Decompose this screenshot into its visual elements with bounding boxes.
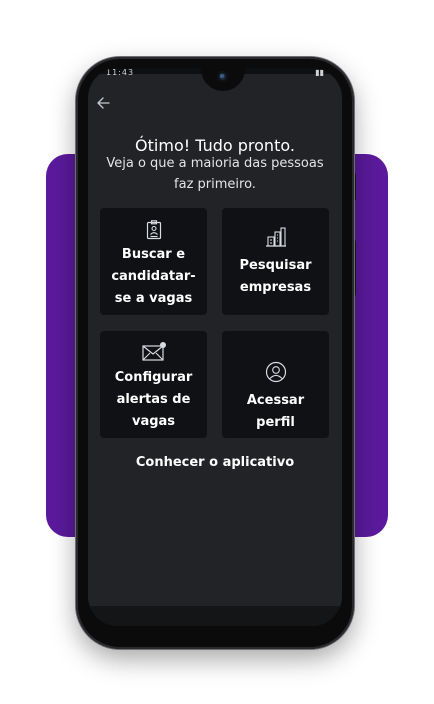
camera-notch: [201, 68, 245, 91]
card-label: Acessar perfil: [246, 393, 305, 430]
card-search-companies[interactable]: Pesquisar empresas: [222, 208, 329, 315]
mail-alert-icon: [100, 341, 207, 367]
card-label: Pesquisar empresas: [239, 258, 312, 295]
status-time: 11:43: [106, 68, 135, 77]
card-access-profile[interactable]: Acessar perfil: [222, 331, 329, 438]
phone-screen: 11:43 ▮▮ Ótimo! Tudo pronto. Veja o que …: [88, 68, 342, 626]
camera-icon: [217, 71, 228, 82]
explore-app-link[interactable]: Conhecer o aplicativo: [88, 455, 342, 470]
user-circle-icon: [222, 361, 329, 387]
signal-battery-icon: ▮▮: [315, 68, 324, 77]
id-badge-icon: [100, 220, 207, 244]
bottom-navigation-bar: [88, 606, 342, 626]
buildings-icon: [222, 226, 329, 252]
arrow-left-icon[interactable]: [91, 93, 115, 117]
phone-frame: 11:43 ▮▮ Ótimo! Tudo pronto. Veja o que …: [76, 57, 354, 649]
card-label: Buscar e candidatar-se a vagas: [111, 247, 196, 306]
card-search-jobs[interactable]: Buscar e candidatar-se a vagas: [100, 208, 207, 315]
page-subtitle: Veja o que a maioria das pessoas faz pri…: [106, 156, 324, 192]
card-label: Configurar alertas de vagas: [114, 370, 193, 429]
back-arrow-glyph: [97, 97, 110, 109]
card-job-alerts[interactable]: Configurar alertas de vagas: [100, 331, 207, 438]
